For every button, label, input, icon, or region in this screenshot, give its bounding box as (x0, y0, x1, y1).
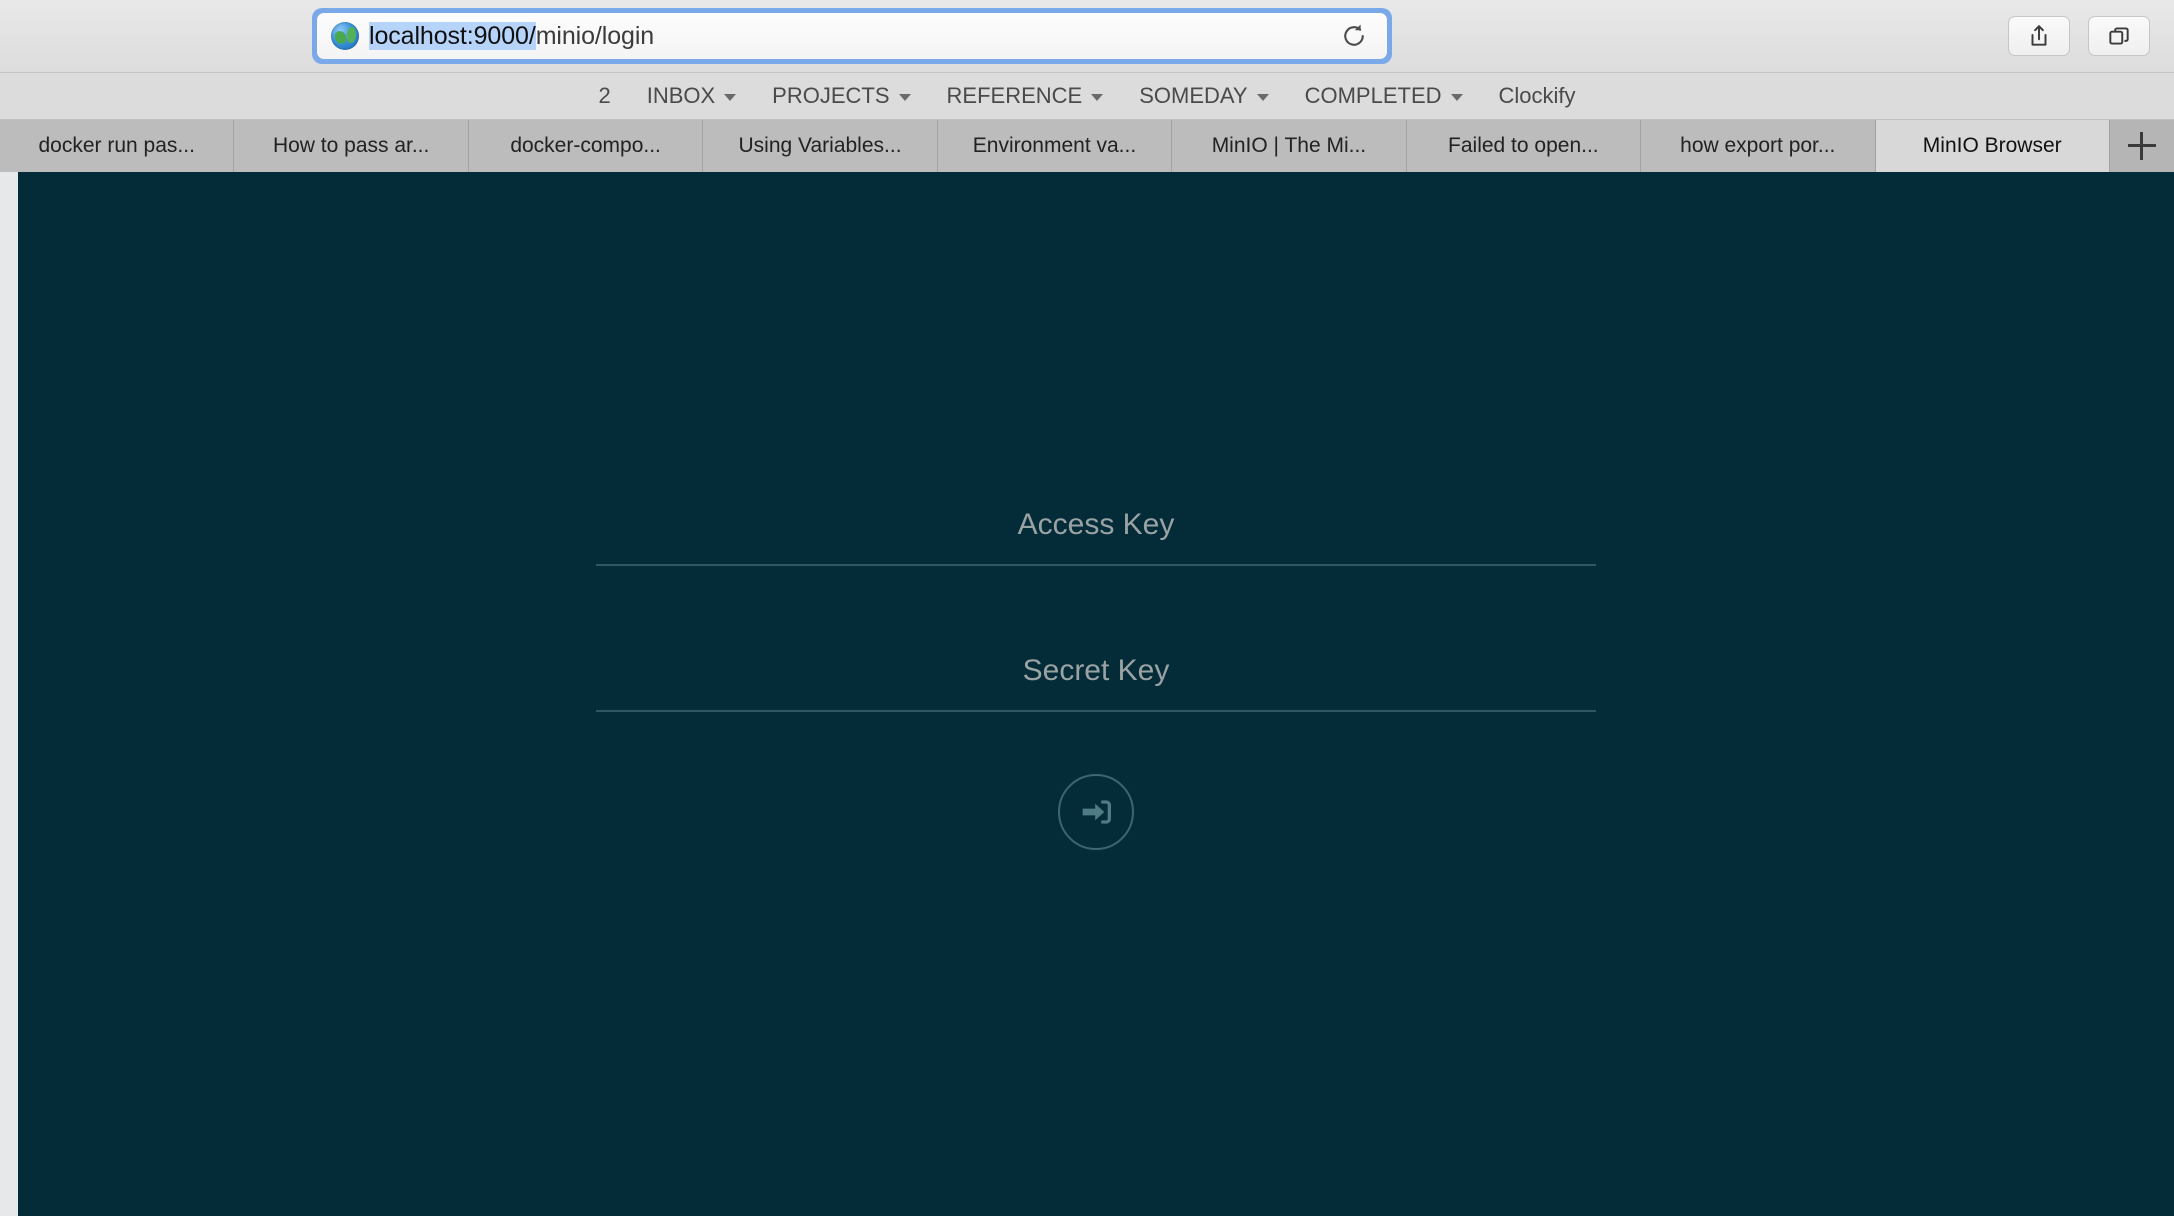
secret-key-field-wrapper (596, 644, 1596, 712)
sign-in-icon (1076, 792, 1116, 832)
bookmark-label: REFERENCE (947, 83, 1083, 109)
bookmark-label: COMPLETED (1305, 83, 1442, 109)
bookmark-item-inbox[interactable]: INBOX (629, 83, 754, 109)
reload-icon[interactable] (1337, 19, 1371, 53)
browser-chrome: localhost:9000/minio/login (0, 0, 2174, 172)
share-button[interactable] (2008, 16, 2070, 56)
bookmark-item-projects[interactable]: PROJECTS (754, 83, 928, 109)
chevron-down-icon (1091, 94, 1103, 101)
plus-icon (2128, 132, 2156, 160)
tab-overview-icon (2106, 23, 2132, 49)
secret-key-input[interactable] (596, 644, 1596, 712)
tab-2[interactable]: docker-compo... (469, 120, 703, 172)
bookmark-label: INBOX (647, 83, 715, 109)
tab-1[interactable]: How to pass ar... (234, 120, 468, 172)
new-tab-button[interactable] (2110, 120, 2174, 172)
browser-toolbar: localhost:9000/minio/login (0, 0, 2174, 72)
page-left-gutter (0, 172, 18, 1216)
bookmark-item-clockify[interactable]: Clockify (1481, 83, 1594, 109)
tab-7[interactable]: how export por... (1641, 120, 1875, 172)
bookmark-label: 2 (598, 83, 610, 109)
browser-viewport (0, 172, 2174, 1216)
bookmark-item-0[interactable]: 2 (580, 83, 628, 109)
tab-strip: docker run pas... How to pass ar... dock… (0, 120, 2174, 172)
tab-8-active[interactable]: MinIO Browser (1876, 120, 2110, 172)
bookmark-item-completed[interactable]: COMPLETED (1287, 83, 1481, 109)
bookmarks-bar: 2 INBOX PROJECTS REFERENCE SOMEDAY COMPL… (0, 72, 2174, 120)
chevron-down-icon (724, 94, 736, 101)
bookmark-label: PROJECTS (772, 83, 889, 109)
chevron-down-icon (1257, 94, 1269, 101)
address-bar-focus-ring: localhost:9000/minio/login (312, 8, 1392, 64)
share-icon (2026, 23, 2052, 49)
tab-overview-button[interactable] (2088, 16, 2150, 56)
chevron-down-icon (1451, 94, 1463, 101)
login-submit-button[interactable] (1058, 774, 1134, 850)
bookmark-item-reference[interactable]: REFERENCE (929, 83, 1122, 109)
address-bar-host: localhost:9000/ (369, 22, 536, 50)
bookmark-item-someday[interactable]: SOMEDAY (1121, 83, 1286, 109)
tab-6[interactable]: Failed to open... (1407, 120, 1641, 172)
address-bar-path: minio/login (536, 22, 654, 50)
tab-0[interactable]: docker run pas... (0, 120, 234, 172)
address-bar[interactable]: localhost:9000/minio/login (317, 13, 1387, 59)
globe-icon (331, 22, 359, 50)
address-bar-text: localhost:9000/minio/login (369, 22, 654, 51)
access-key-field-wrapper (596, 498, 1596, 566)
bookmark-label: SOMEDAY (1139, 83, 1247, 109)
access-key-input[interactable] (596, 498, 1596, 566)
chevron-down-icon (899, 94, 911, 101)
toolbar-right-buttons (2008, 16, 2150, 56)
bookmark-label: Clockify (1499, 83, 1576, 109)
login-form (596, 498, 1596, 850)
tab-5[interactable]: MinIO | The Mi... (1172, 120, 1406, 172)
tab-3[interactable]: Using Variables... (703, 120, 937, 172)
minio-login-page (18, 172, 2174, 1216)
tab-4[interactable]: Environment va... (938, 120, 1172, 172)
